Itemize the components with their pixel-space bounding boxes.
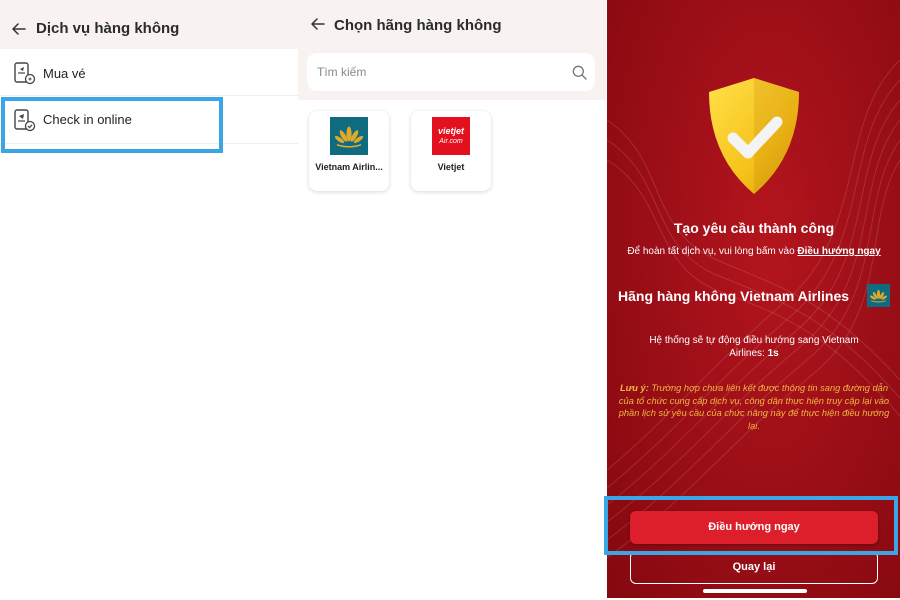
auto-redirect-label: Hệ thống sẽ tự động điều hướng sang Viet…: [649, 335, 859, 359]
menu-item-buy-ticket[interactable]: Mua vé: [0, 49, 298, 96]
search-box: [307, 53, 595, 91]
back-arrow-icon[interactable]: [311, 18, 327, 32]
search-input[interactable]: [317, 53, 557, 91]
request-success-screen: Tạo yêu cầu thành công Để hoàn tất dịch …: [604, 0, 900, 600]
header: Chọn hãng hàng không: [298, 0, 606, 100]
vietjet-logo: vietjet Air.com: [432, 117, 470, 155]
page-title: Dịch vụ hàng không: [36, 20, 180, 37]
airline-card-vietnam-airlines[interactable]: Vietnam Airlin...: [309, 111, 389, 191]
page-title: Chọn hãng hàng không: [334, 17, 502, 34]
header: Dịch vụ hàng không: [0, 0, 298, 49]
shield-check-icon: [705, 76, 803, 198]
success-description: Để hoàn tất dịch vụ, vui lòng bấm vào Đi…: [627, 245, 881, 258]
vietnam-airlines-logo: [867, 284, 890, 307]
search-icon[interactable]: [572, 65, 587, 80]
svg-text:Air.com: Air.com: [438, 138, 463, 145]
airline-name: Vietjet: [437, 162, 465, 172]
airline-name: Vietnam Airlin...: [315, 162, 383, 172]
highlight-box: [604, 496, 898, 555]
vietnam-airlines-logo: [330, 117, 368, 155]
countdown: 1s: [767, 348, 779, 359]
selected-airline: Hãng hàng không Vietnam Airlines: [618, 288, 850, 304]
back-arrow-icon[interactable]: [12, 23, 28, 37]
svg-text:vietjet: vietjet: [438, 126, 465, 136]
phone-ticket-icon: [12, 61, 36, 85]
note-label: Lưu ý:: [619, 383, 649, 393]
description-text: Để hoàn tất dịch vụ, vui lòng bấm vào: [627, 246, 798, 257]
back-button[interactable]: Quay lại: [630, 551, 878, 584]
success-title: Tạo yêu cầu thành công: [673, 220, 835, 236]
airline-card-vietjet[interactable]: vietjet Air.com Vietjet: [411, 111, 491, 191]
note: Lưu ý: Trường hợp chưa liên kết được thô…: [615, 382, 893, 432]
note-text: Trường hợp chưa liên kết được thông tin …: [618, 383, 890, 431]
navigate-now-link[interactable]: Điều hướng ngay: [797, 246, 880, 257]
choose-airline-screen: Chọn hãng hàng không Vietnam Air: [298, 0, 606, 600]
menu-item-label: Mua vé: [43, 66, 86, 81]
auto-redirect-text: Hệ thống sẽ tự động điều hướng sang Viet…: [631, 334, 877, 360]
airline-services-screen: Dịch vụ hàng không Mua vé Check in onlin: [0, 0, 298, 600]
home-indicator: [703, 589, 807, 593]
highlight-box: [1, 97, 223, 153]
